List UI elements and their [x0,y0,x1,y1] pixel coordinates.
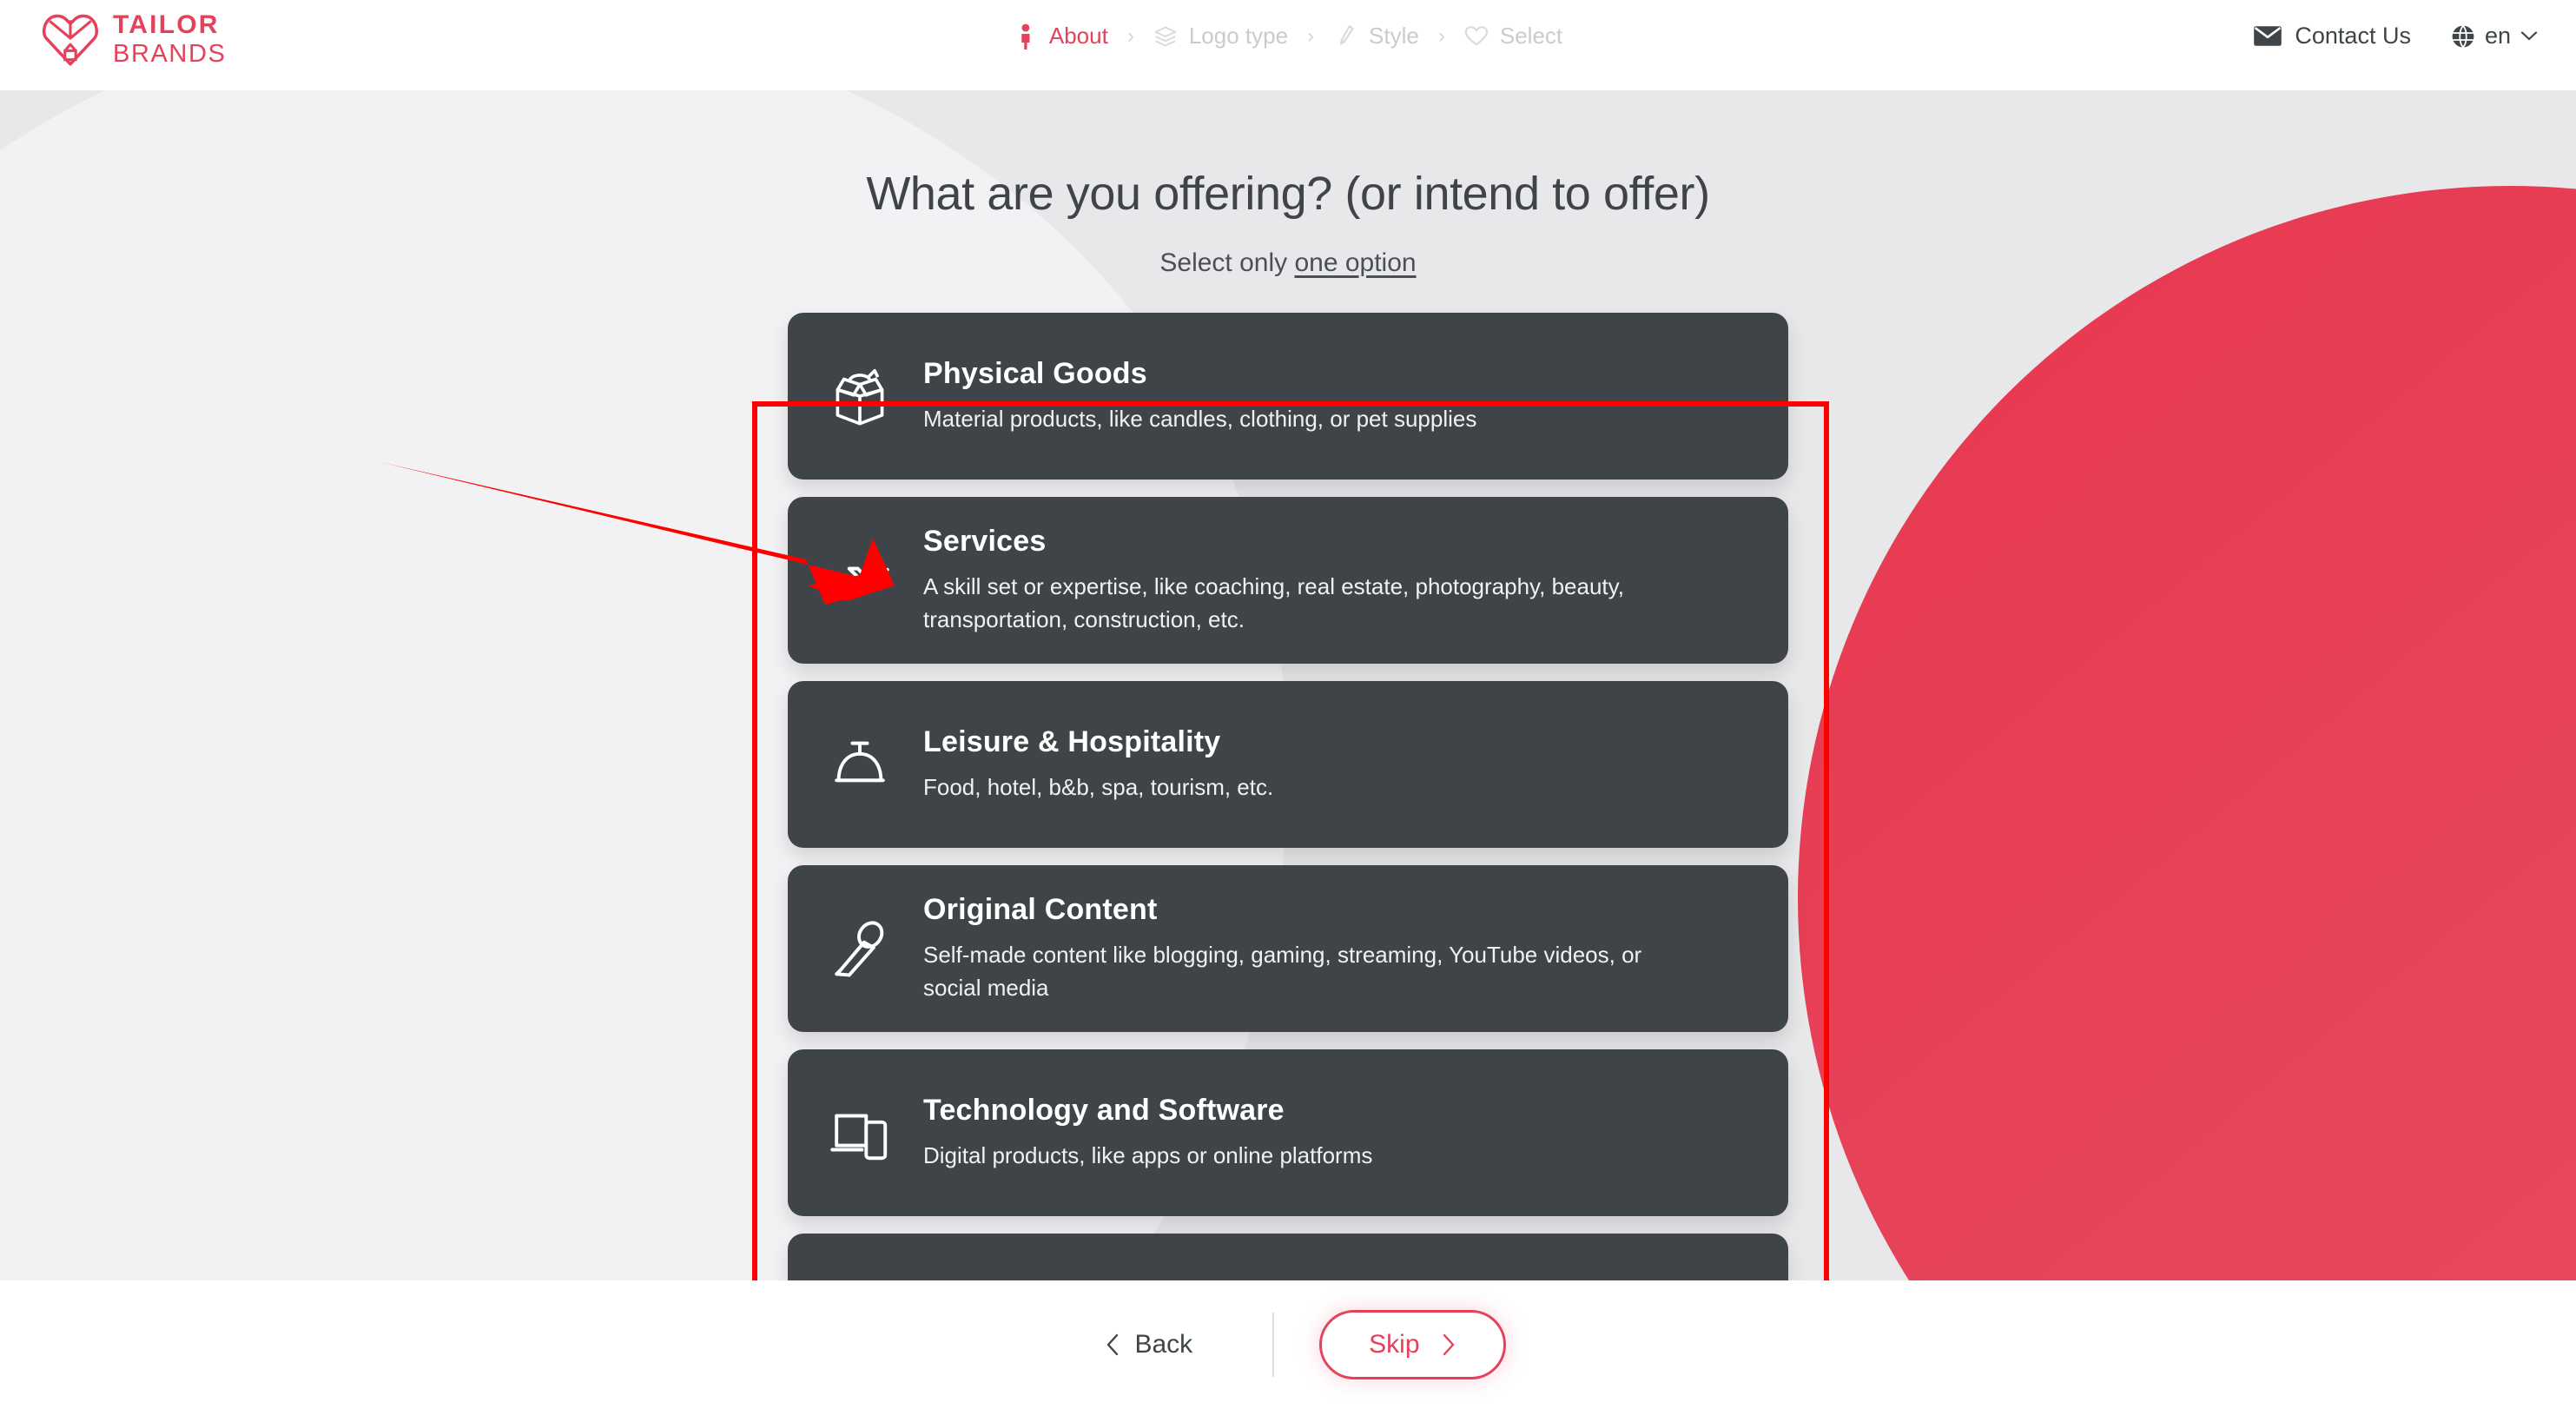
devices-icon [830,1114,888,1161]
back-button[interactable]: Back [1070,1320,1227,1370]
open-box-icon [836,368,884,426]
offering-options-list: Physical Goods Material products, like c… [788,313,1788,1280]
language-label: en [2484,23,2511,49]
step-select[interactable]: Select [1464,23,1562,50]
skip-button[interactable]: Skip [1319,1310,1506,1379]
chevron-left-icon [1107,1333,1119,1356]
step-select-label: Select [1499,23,1563,49]
option-description: Self-made content like blogging, gaming,… [923,941,1642,1001]
option-title: Original Content [923,892,1158,926]
option-title: Services [923,524,1047,558]
progress-steps: About › Logo type › Style › Select [1014,23,1562,50]
option-card-technology-software[interactable]: Technology and Software Digital products… [788,1049,1788,1216]
bottom-footer: Back Skip [0,1280,2576,1409]
brand-logo[interactable]: TAILOR BRANDS [42,12,226,67]
option-title: Physical Goods [923,356,1147,390]
chevron-right-icon [1443,1333,1454,1356]
language-selector[interactable]: en [2451,23,2538,50]
tailor-brands-heart-logo [42,14,99,66]
contact-us-link[interactable]: Contact Us [2253,23,2411,50]
option-card-services[interactable]: Services A skill set or expertise, like … [788,497,1788,664]
heart-icon [1464,25,1489,45]
logo-text-tailor: TAILOR [113,10,220,39]
contact-us-label: Contact Us [2295,23,2411,49]
globe-icon [2452,24,2474,48]
step-about[interactable]: About [1014,23,1108,50]
option-description: A skill set or expertise, like coaching,… [923,572,1624,632]
step-separator: › [1437,23,1445,48]
step-logo-type-label: Logo type [1188,23,1289,49]
step-style[interactable]: Style [1333,23,1419,50]
top-header: TAILOR BRANDS About › Logo type › Style … [0,0,2576,90]
page-stage: What are you offering? (or intend to off… [0,90,2576,1280]
envelope-icon [2254,26,2282,46]
step-about-label: About [1048,23,1108,49]
logo-text-brands: BRANDS [113,40,227,68]
layers-icon [1154,26,1177,46]
option-title: Leisure & Hospitality [923,724,1221,758]
back-button-label: Back [1134,1330,1193,1359]
brush-icon [1339,24,1354,45]
person-icon [1021,23,1030,50]
chevron-down-icon [2520,31,2538,41]
microphone-icon [835,921,884,977]
skip-button-label: Skip [1369,1330,1420,1359]
step-logo-type[interactable]: Logo type [1153,23,1288,50]
option-card-original-content[interactable]: Original Content Self-made content like … [788,865,1788,1032]
option-title: Technology and Software [923,1093,1285,1127]
subtitle-emphasis: one option [1294,248,1417,277]
service-bell-icon [835,741,885,783]
header-actions: Contact Us en [2253,23,2538,50]
option-card-next-partial[interactable] [788,1234,1788,1280]
subtitle-prefix: Select only [1159,248,1295,277]
step-style-label: Style [1369,23,1419,49]
option-card-leisure-hospitality[interactable]: Leisure & Hospitality Food, hotel, b&b, … [788,681,1788,848]
step-separator: › [1126,23,1134,48]
option-description: Material products, like candles, clothin… [923,405,1477,432]
page-content: What are you offering? (or intend to off… [0,90,2576,1280]
option-card-physical-goods[interactable]: Physical Goods Material products, like c… [788,313,1788,480]
footer-divider [1272,1313,1275,1377]
page-subtitle: Select only one option [1159,248,1416,278]
page-title: What are you offering? (or intend to off… [866,168,1710,220]
option-description: Digital products, like apps or online pl… [923,1141,1373,1168]
option-description: Food, hotel, b&b, spa, tourism, etc. [923,773,1274,800]
step-separator: › [1307,23,1315,48]
handshake-icon [830,566,889,600]
